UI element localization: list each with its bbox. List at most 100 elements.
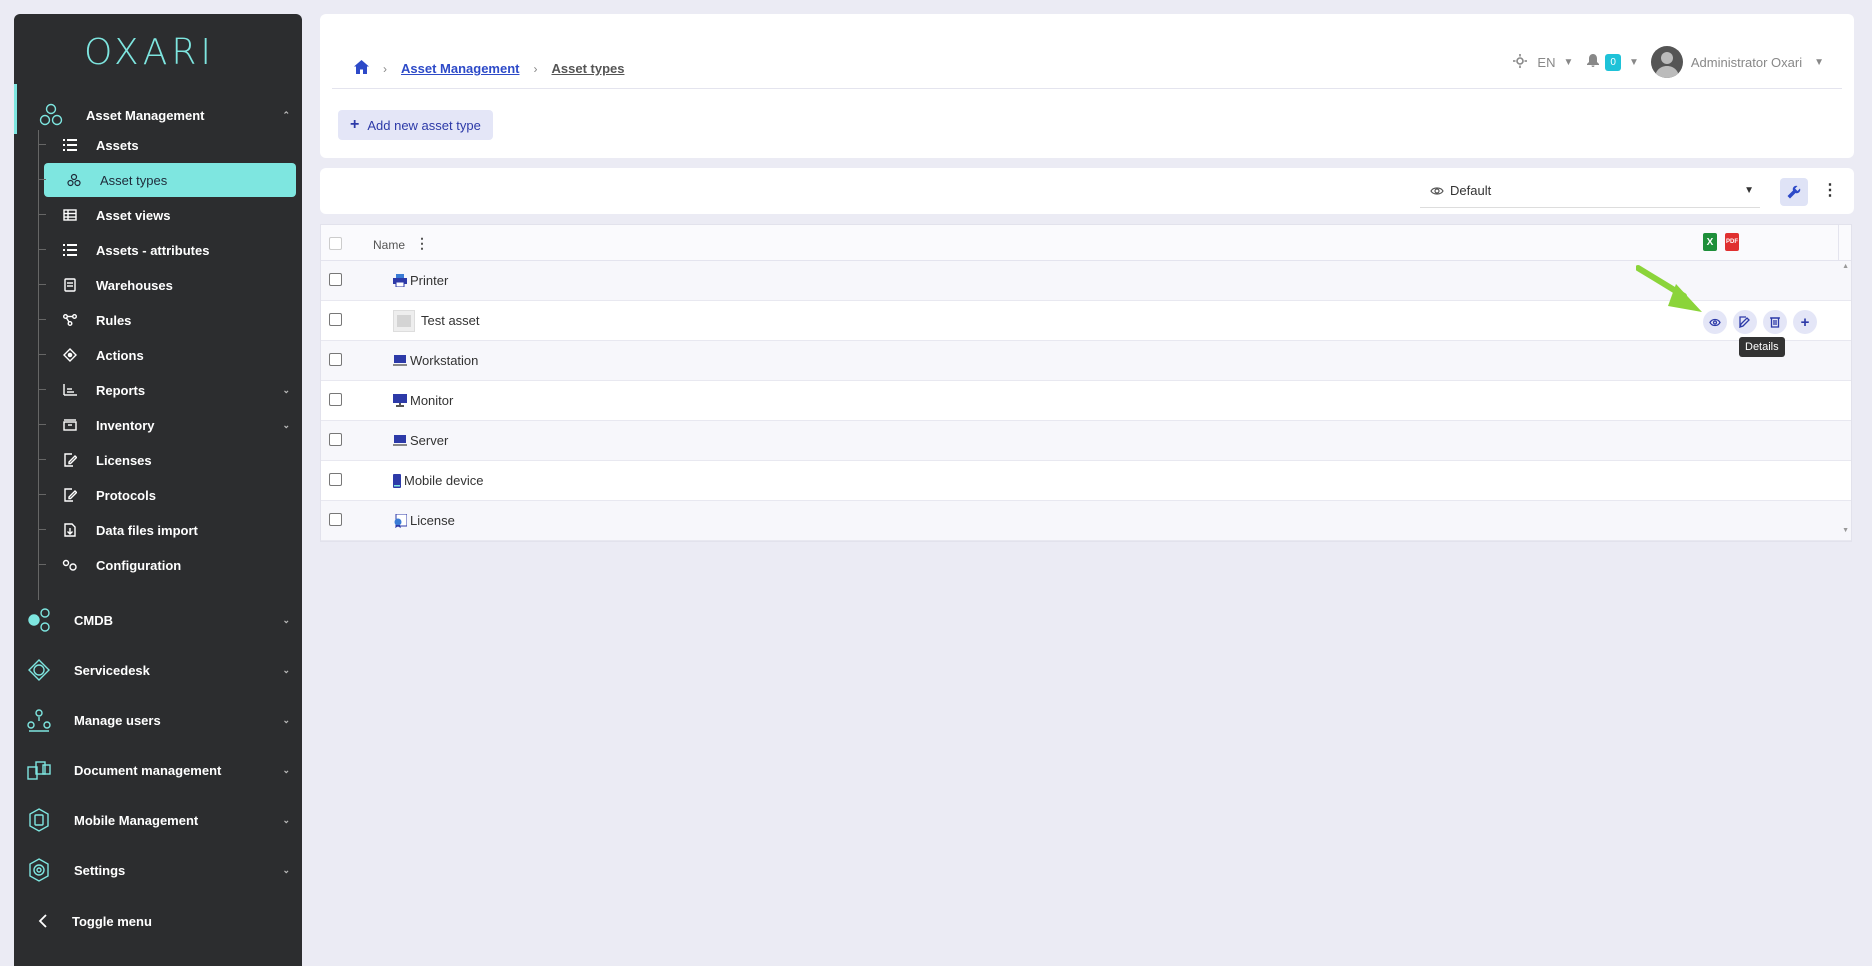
theme-icon[interactable]	[1513, 53, 1528, 71]
table-row[interactable]: Monitor	[321, 381, 1851, 421]
row-name: License	[410, 513, 455, 528]
column-menu-icon[interactable]: ⋮	[415, 235, 429, 252]
row-checkbox[interactable]	[329, 273, 342, 286]
menu-manage-users[interactable]: Manage users ⌄	[14, 695, 302, 745]
chevron-down-icon: ⌄	[282, 614, 290, 625]
sidebar-item-assets[interactable]: Assets	[38, 128, 296, 162]
config-icon	[62, 557, 78, 573]
table-row[interactable]: Printer	[321, 261, 1851, 301]
sidebar-item-inventory[interactable]: Inventory ⌄	[38, 408, 296, 442]
sidebar-item-label: Asset views	[96, 207, 171, 223]
row-checkbox[interactable]	[329, 513, 342, 526]
sidebar-item-licenses[interactable]: Licenses	[38, 443, 296, 477]
list-icon	[62, 137, 78, 153]
table-row[interactable]: Test asset +	[321, 301, 1851, 341]
sidebar-item-rules[interactable]: Rules	[38, 303, 296, 337]
column-header-name[interactable]: Name	[373, 238, 405, 252]
annotation-arrow	[1636, 265, 1702, 312]
menu-settings[interactable]: Settings ⌄	[14, 845, 302, 895]
sidebar-item-actions[interactable]: Actions	[38, 338, 296, 372]
toggle-menu-button[interactable]: Toggle menu	[14, 896, 302, 946]
sidebar-item-label: Licenses	[96, 452, 152, 468]
sidebar-item-label: Actions	[96, 347, 144, 363]
menu-label: Servicedesk	[74, 662, 150, 678]
row-checkbox[interactable]	[329, 433, 342, 446]
sidebar-item-data-files-import[interactable]: Data files import	[38, 513, 296, 547]
avatar[interactable]	[1650, 46, 1683, 78]
notification-badge[interactable]: 0	[1605, 53, 1621, 71]
sidebar-item-reports[interactable]: Reports ⌄	[38, 373, 296, 407]
user-name[interactable]: Administrator Oxari	[1691, 55, 1802, 70]
sidebar-item-protocols[interactable]: Protocols	[38, 478, 296, 512]
caret-down-icon[interactable]: ▼	[1563, 57, 1573, 68]
menu-mobile-management[interactable]: Mobile Management ⌄	[14, 795, 302, 845]
menu-cmdb[interactable]: CMDB ⌄	[14, 595, 302, 645]
sidebar-item-asset-views[interactable]: Asset views	[38, 198, 296, 232]
sidebar-item-label: Inventory	[96, 417, 155, 433]
row-checkbox[interactable]	[329, 473, 342, 486]
sidebar-item-label: Reports	[96, 382, 146, 398]
sidebar-item-label: Warehouses	[96, 277, 173, 293]
oxari-logo[interactable]: OXARI	[84, 32, 215, 73]
row-name: Server	[410, 433, 449, 448]
plus-icon: +	[1800, 313, 1810, 331]
chevron-up-icon: ⌃	[282, 109, 290, 120]
more-options-icon[interactable]: ⋮	[1822, 180, 1838, 200]
row-name: Workstation	[410, 353, 479, 368]
settings-button[interactable]	[1780, 178, 1808, 206]
column-divider	[1838, 225, 1839, 261]
delete-button[interactable]	[1763, 310, 1787, 334]
menu-servicedesk[interactable]: Servicedesk ⌄	[14, 645, 302, 695]
row-checkbox[interactable]	[329, 313, 342, 326]
menu-label: Document management	[74, 762, 222, 778]
reports-icon	[62, 382, 78, 398]
warehouse-icon	[62, 277, 78, 293]
eye-icon	[1430, 186, 1444, 196]
add-asset-type-button[interactable]: + Add new asset type	[338, 110, 493, 140]
table-row[interactable]: License	[321, 501, 1851, 541]
breadcrumb-asset-types[interactable]: Asset types	[551, 61, 624, 76]
row-name: Monitor	[410, 393, 454, 408]
sidebar-item-configuration[interactable]: Configuration	[38, 548, 296, 582]
chevron-down-icon: ⌄	[282, 664, 290, 675]
asset-types-table: Name ⋮ X PDF Printer Test asset + Workst…	[320, 224, 1852, 542]
row-checkbox[interactable]	[329, 393, 342, 406]
caret-down-icon[interactable]: ▼	[1814, 57, 1824, 68]
add-child-button[interactable]: +	[1793, 310, 1817, 334]
chevron-left-icon	[28, 906, 58, 936]
printer-icon	[393, 274, 407, 287]
sidebar-item-asset-types[interactable]: Asset types	[38, 163, 296, 197]
caret-down-icon[interactable]: ▼	[1629, 57, 1639, 68]
header-actions: EN ▼ 0 ▼ Administrator Oxari ▼	[1513, 46, 1824, 78]
chevron-down-icon: ⌄	[282, 714, 290, 725]
scroll-down-arrow[interactable]: ▼	[1842, 527, 1849, 534]
excel-export-icon[interactable]: X	[1703, 233, 1717, 251]
home-icon[interactable]	[354, 60, 369, 77]
table-row[interactable]: Workstation	[321, 341, 1851, 381]
chevron-down-icon: ⌄	[282, 764, 290, 775]
row-name: Mobile device	[404, 473, 484, 488]
table-row[interactable]: Server	[321, 421, 1851, 461]
scroll-up-arrow[interactable]: ▲	[1842, 263, 1849, 270]
row-name: Test asset	[421, 313, 480, 328]
pdf-export-icon[interactable]: PDF	[1725, 233, 1739, 251]
breadcrumb-asset-management[interactable]: Asset Management	[401, 61, 519, 76]
table-row[interactable]: Mobile device	[321, 461, 1851, 501]
row-checkbox[interactable]	[329, 353, 342, 366]
details-tooltip: Details	[1739, 337, 1785, 357]
inventory-icon	[62, 417, 78, 433]
edit-button[interactable]	[1733, 310, 1757, 334]
eye-icon	[1709, 318, 1721, 327]
bell-icon[interactable]	[1587, 54, 1600, 70]
view-select[interactable]: Default ▼	[1420, 174, 1760, 208]
sidebar-item-label: Asset types	[100, 172, 168, 188]
sidebar-item-warehouses[interactable]: Warehouses	[38, 268, 296, 302]
language-select[interactable]: EN	[1537, 55, 1555, 70]
sidebar-item-assets-attributes[interactable]: Assets - attributes	[38, 233, 296, 267]
chevron-down-icon: ⌄	[282, 384, 290, 395]
select-all-checkbox[interactable]	[329, 237, 342, 250]
toolbar-card: Default ▼ ⋮	[320, 168, 1854, 214]
menu-document-management[interactable]: Document management ⌄	[14, 745, 302, 795]
asset-management-icon	[36, 100, 66, 130]
plus-icon: +	[350, 116, 360, 133]
